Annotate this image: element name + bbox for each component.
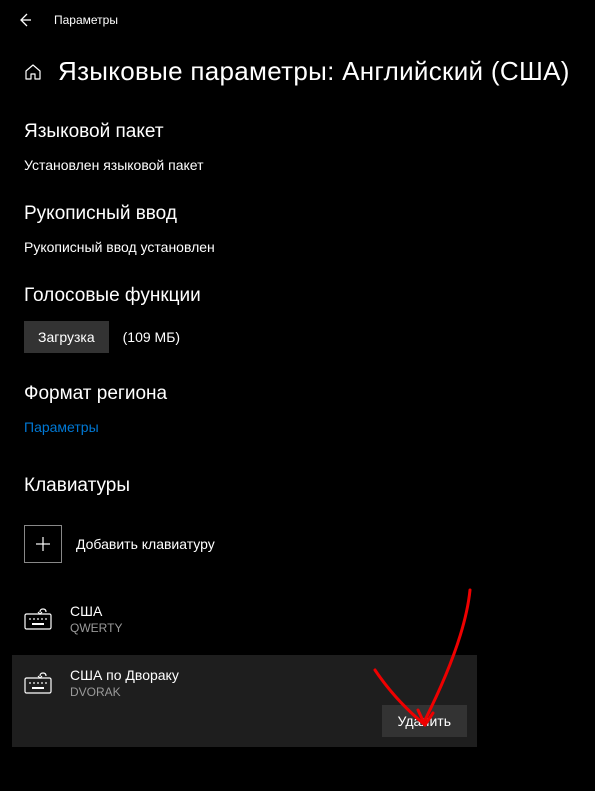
keyboard-name: США bbox=[70, 603, 122, 619]
keyboard-item-selected[interactable]: США по Двораку DVORAK Удалить bbox=[12, 655, 477, 747]
download-button[interactable]: Загрузка bbox=[24, 321, 109, 353]
voice-heading: Голосовые функции bbox=[24, 285, 571, 307]
download-size: (109 МБ) bbox=[123, 329, 180, 345]
keyboard-icon bbox=[24, 608, 52, 630]
language-pack-heading: Языковой пакет bbox=[24, 121, 571, 143]
back-button[interactable] bbox=[18, 13, 32, 27]
handwriting-status: Рукописный ввод установлен bbox=[24, 239, 571, 255]
handwriting-heading: Рукописный ввод bbox=[24, 203, 571, 225]
keyboard-name: США по Двораку bbox=[70, 667, 179, 683]
window-title: Параметры bbox=[54, 13, 118, 27]
keyboards-heading: Клавиатуры bbox=[24, 475, 571, 497]
keyboard-layout: DVORAK bbox=[70, 685, 179, 699]
add-keyboard-button[interactable]: Добавить клавиатуру bbox=[24, 525, 571, 563]
region-settings-link[interactable]: Параметры bbox=[24, 419, 99, 435]
keyboard-icon bbox=[24, 672, 52, 694]
add-keyboard-label: Добавить клавиатуру bbox=[76, 536, 215, 552]
region-format-heading: Формат региона bbox=[24, 383, 571, 405]
plus-icon bbox=[24, 525, 62, 563]
delete-button[interactable]: Удалить bbox=[382, 705, 467, 737]
language-pack-status: Установлен языковой пакет bbox=[24, 157, 571, 173]
page-title: Языковые параметры: Английский (США) bbox=[58, 56, 570, 87]
keyboard-item[interactable]: США QWERTY bbox=[24, 593, 571, 645]
keyboard-layout: QWERTY bbox=[70, 621, 122, 635]
home-icon[interactable] bbox=[24, 63, 42, 81]
